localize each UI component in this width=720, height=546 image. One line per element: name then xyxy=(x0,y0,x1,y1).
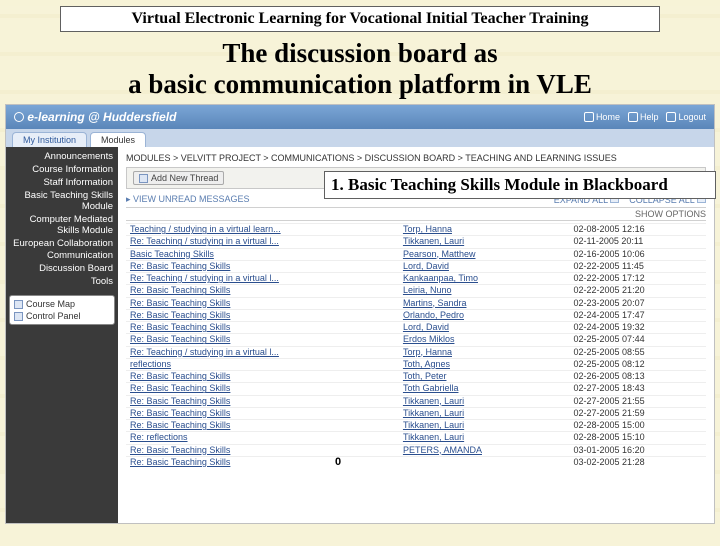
add-thread-button[interactable]: Add New Thread xyxy=(133,171,224,185)
table-row[interactable]: Re: Teaching / studying in a virtual l..… xyxy=(126,346,706,358)
table-row[interactable]: Re: reflectionsTikkanen, Lauri02-28-2005… xyxy=(126,432,706,444)
table-row[interactable]: Re: Basic Teaching SkillsTikkanen, Lauri… xyxy=(126,420,706,432)
gear-icon xyxy=(14,312,23,321)
course-map-link[interactable]: Course Map xyxy=(12,298,112,310)
sidebar-tools: Course Map Control Panel xyxy=(9,295,115,325)
control-panel-link[interactable]: Control Panel xyxy=(12,310,112,322)
home-icon xyxy=(584,112,594,122)
logout-icon xyxy=(666,112,676,122)
bb-brand: e-learning @ Huddersfield xyxy=(27,110,176,124)
slide-title-line2: a basic communication platform in VLE xyxy=(128,69,592,99)
table-row[interactable]: Re: Basic Teaching Skills03-02-2005 21:2… xyxy=(126,456,706,468)
table-row[interactable]: Re: Basic Teaching SkillsMartins, Sandra… xyxy=(126,297,706,309)
tab-my-institution[interactable]: My Institution xyxy=(12,132,87,147)
project-banner: Virtual Electronic Learning for Vocation… xyxy=(60,6,660,32)
table-row[interactable]: Re: Basic Teaching SkillsOrlando, Pedro0… xyxy=(126,309,706,321)
thread-table: Teaching / studying in a virtual learn..… xyxy=(126,223,706,468)
table-row[interactable]: Re: Teaching / studying in a virtual l..… xyxy=(126,273,706,285)
sidebar-item[interactable]: Staff Information xyxy=(9,177,115,190)
sidebar-item[interactable]: Tools xyxy=(9,276,115,289)
sidebar-item[interactable]: Discussion Board xyxy=(9,263,115,276)
table-row[interactable]: Re: Basic Teaching SkillsToth Gabriella0… xyxy=(126,383,706,395)
table-row[interactable]: Teaching / studying in a virtual learn..… xyxy=(126,224,706,236)
table-row[interactable]: Re: Basic Teaching SkillsLord, David02-2… xyxy=(126,260,706,272)
table-row[interactable]: Re: Teaching / studying in a virtual l..… xyxy=(126,236,706,248)
blackboard-screenshot: e-learning @ Huddersfield Home Help Logo… xyxy=(5,104,715,524)
show-options-link[interactable]: SHOW OPTIONS xyxy=(126,207,706,221)
sidebar-item[interactable]: Announcements xyxy=(9,151,115,164)
table-row[interactable]: Re: Basic Teaching SkillsTikkanen, Lauri… xyxy=(126,395,706,407)
logout-link[interactable]: Logout xyxy=(666,112,706,122)
bb-header: e-learning @ Huddersfield Home Help Logo… xyxy=(6,105,714,129)
bb-logo-icon xyxy=(14,112,24,122)
sidebar-item[interactable]: Communication xyxy=(9,250,115,263)
sidebar-item[interactable]: Course Information xyxy=(9,164,115,177)
table-row[interactable]: Re: Basic Teaching SkillsLord, David02-2… xyxy=(126,322,706,334)
view-unread-link[interactable]: ▸ VIEW UNREAD MESSAGES xyxy=(126,194,250,205)
course-sidebar: Announcements Course Information Staff I… xyxy=(6,147,118,523)
sidebar-item[interactable]: Basic Teaching Skills Module xyxy=(9,190,115,214)
table-row[interactable]: Re: Basic Teaching SkillsTikkanen, Lauri… xyxy=(126,407,706,419)
table-row[interactable]: Re: Basic Teaching SkillsLeiria, Nuno02-… xyxy=(126,285,706,297)
sidebar-item[interactable]: European Collaboration xyxy=(9,238,115,251)
footer-version: 0 xyxy=(335,456,341,468)
plus-icon xyxy=(139,174,148,183)
tab-modules[interactable]: Modules xyxy=(90,132,146,147)
overlay-caption: 1. Basic Teaching Skills Module in Black… xyxy=(324,171,716,199)
help-icon xyxy=(628,112,638,122)
sidebar-item[interactable]: Computer Mediated Skills Module xyxy=(9,214,115,238)
bb-tabs: My Institution Modules xyxy=(6,129,714,147)
table-row[interactable]: Re: Basic Teaching SkillsToth, Peter02-2… xyxy=(126,371,706,383)
table-row[interactable]: reflectionsToth, Agnes02-25-2005 08:12 xyxy=(126,358,706,370)
help-link[interactable]: Help xyxy=(628,112,659,122)
map-icon xyxy=(14,300,23,309)
table-row[interactable]: Re: Basic Teaching SkillsPETERS, AMANDA0… xyxy=(126,444,706,456)
table-row[interactable]: Re: Basic Teaching SkillsErdos Miklos02-… xyxy=(126,334,706,346)
breadcrumb: MODULES > VELVITT PROJECT > COMMUNICATIO… xyxy=(126,151,706,167)
discussion-board-panel: MODULES > VELVITT PROJECT > COMMUNICATIO… xyxy=(118,147,714,523)
home-link[interactable]: Home xyxy=(584,112,620,122)
slide-title-line1: The discussion board as xyxy=(222,38,497,68)
slide-title: The discussion board as a basic communic… xyxy=(10,38,710,100)
table-row[interactable]: Basic Teaching SkillsPearson, Matthew02-… xyxy=(126,248,706,260)
